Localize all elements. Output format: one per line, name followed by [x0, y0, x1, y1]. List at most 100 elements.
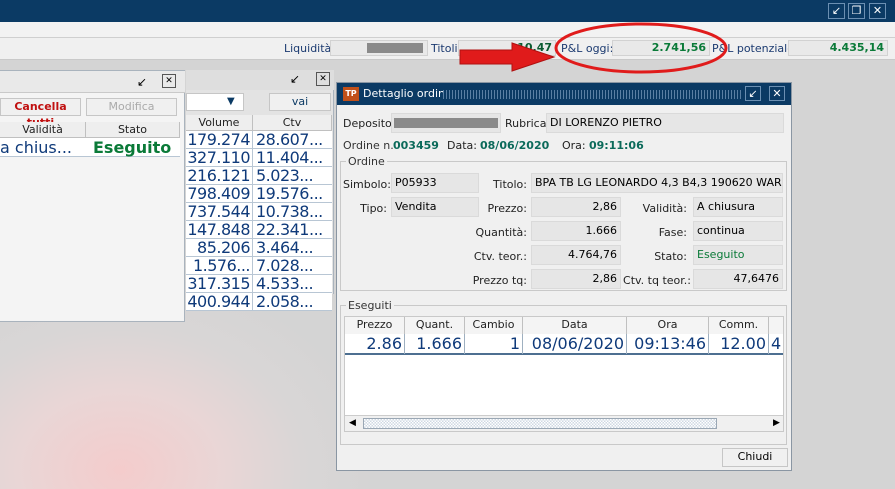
title-bar-grip	[443, 90, 743, 99]
eseguiti-group: Eseguiti Prezzo 2.86 Quant. 1.666 Cambio 1 Dat…	[340, 299, 787, 445]
deposito-label: Deposito:	[343, 117, 396, 130]
validita-label: Validità:	[642, 202, 687, 215]
eseguiti-col-header[interactable]: Ora	[627, 317, 709, 334]
prezzo-tq-value: 2,86	[531, 269, 621, 289]
modify-button[interactable]: Modifica	[86, 98, 177, 116]
ctv-tq-teor-label: Ctv. tq teor.:	[623, 274, 691, 287]
simbolo-value: P05933	[391, 173, 479, 193]
restore-icon[interactable]: ❐	[848, 3, 865, 19]
orders-window: ↙ ✕ Cancella tutti Modifica Validità Sta…	[0, 70, 185, 322]
eseguiti-cell: 12.00	[709, 334, 769, 354]
tipo-label: Tipo:	[360, 202, 387, 215]
ordine-group: Ordine Simbolo: P05933 Titolo: BPA TB LG…	[340, 155, 787, 291]
close-button[interactable]: Chiudi	[722, 448, 788, 467]
tipo-value: Vendita	[391, 197, 479, 217]
ora-label: Ora:	[562, 139, 586, 152]
redacted-block	[367, 43, 423, 53]
dialog-title: Dettaglio ordine	[363, 87, 456, 100]
volume-cell: 216.121	[186, 167, 252, 185]
order-detail-dialog: TP Dettaglio ordine ↙ ✕ Deposito: Rubric…	[336, 82, 792, 471]
deposito-value	[391, 113, 501, 133]
validita-value: A chiusura	[693, 197, 783, 217]
prezzo-label: Prezzo:	[487, 202, 527, 215]
minimize-icon[interactable]: ↙	[745, 86, 761, 101]
stato-label: Stato:	[654, 250, 687, 263]
eseguiti-col-header[interactable]: Quant.	[405, 317, 465, 334]
minimize-icon[interactable]: ↙	[137, 75, 147, 89]
annotation-circle	[554, 22, 728, 74]
eseguiti-cell: 2.86	[345, 334, 405, 354]
titolo-value: BPA TB LG LEONARDO 4,3 B4,3 190620 WARRA…	[531, 173, 783, 193]
minimize-icon[interactable]: ↙	[290, 72, 300, 86]
eseguiti-cell: 09:13:46	[627, 334, 709, 354]
horizontal-scrollbar[interactable]: ◀ ▶	[345, 415, 783, 431]
minimize-icon[interactable]: ↙	[828, 3, 845, 19]
col-stato-header[interactable]: Stato	[86, 122, 180, 138]
liquidita-value	[330, 40, 428, 56]
eseguiti-col-header[interactable]: Comm.	[709, 317, 769, 334]
eseguiti-cell: 08/06/2020	[523, 334, 627, 354]
fase-label: Fase:	[658, 226, 687, 239]
close-icon[interactable]: ✕	[316, 72, 330, 86]
ctv-cell: 28.607...	[253, 131, 332, 149]
volume-column: 179.274 327.110 216.121 798.409 737.544 147.8…	[186, 131, 253, 311]
ora-value: 09:11:06	[589, 139, 644, 152]
eseguiti-cell: 1	[465, 334, 523, 354]
ctv-teor-value: 4.764,76	[531, 245, 621, 265]
volume-cell: 317.315	[186, 275, 252, 293]
col-ctv-header[interactable]: Ctv	[253, 115, 332, 131]
app-logo: TP	[343, 87, 359, 101]
annotation-arrow	[459, 42, 556, 72]
volume-cell: 179.274	[186, 131, 252, 149]
go-button[interactable]: vai	[269, 93, 331, 111]
dialog-title-bar: TP Dettaglio ordine ↙ ✕	[337, 83, 791, 105]
eseguiti-col-header[interactable]	[769, 317, 783, 334]
orders-window-header: ↙ ✕	[0, 71, 185, 93]
titolo-label: Titolo:	[493, 178, 527, 191]
cancel-all-button[interactable]: Cancella tutti	[0, 98, 81, 129]
ctv-cell: 7.028...	[253, 257, 332, 275]
volume-cell: 1.576...	[186, 257, 252, 275]
ordine-n-value: 003459	[393, 139, 439, 152]
close-icon[interactable]: ✕	[769, 86, 785, 101]
app-title-bar: ↙ ❐ ✕	[0, 0, 895, 22]
quantita-value: 1.666	[531, 221, 621, 241]
volume-cell: 737.544	[186, 203, 252, 221]
eseguiti-col-header[interactable]: Data	[523, 317, 627, 334]
eseguiti-col-header[interactable]: Cambio	[465, 317, 523, 334]
market-select[interactable]: ▼	[186, 93, 244, 111]
ctv-cell: 19.576...	[253, 185, 332, 203]
scroll-right-icon[interactable]: ▶	[773, 418, 780, 428]
ctv-cell: 3.464...	[253, 239, 332, 257]
toolbar-strip	[0, 22, 895, 38]
eseguiti-cell: 4	[769, 334, 783, 354]
ctv-cell: 5.023...	[253, 167, 332, 185]
eseguiti-cell: 1.666	[405, 334, 465, 354]
volume-cell: 147.848	[186, 221, 252, 239]
volume-cell: 85.206	[186, 239, 252, 257]
table-row[interactable]: a chius... Eseguito	[0, 138, 180, 157]
eseguiti-group-label: Eseguiti	[346, 299, 394, 312]
ordine-group-label: Ordine	[346, 155, 387, 168]
close-icon[interactable]: ✕	[869, 3, 886, 19]
liquidita-label: Liquidità:	[284, 42, 335, 55]
scroll-left-icon[interactable]: ◀	[349, 418, 356, 428]
volume-cell: 327.110	[186, 149, 252, 167]
simbolo-label: Simbolo:	[343, 178, 391, 191]
data-label: Data:	[447, 139, 477, 152]
ctv-cell: 10.738...	[253, 203, 332, 221]
chevron-down-icon: ▼	[227, 96, 235, 107]
stato-value: Eseguito	[693, 245, 783, 265]
col-volume-header[interactable]: Volume	[186, 115, 253, 131]
scroll-thumb[interactable]	[363, 418, 717, 429]
ctv-teor-label: Ctv. teor.:	[473, 250, 527, 263]
quantita-label: Quantità:	[475, 226, 527, 239]
table-row[interactable]: Prezzo 2.86 Quant. 1.666 Cambio 1 Data 08/06/20…	[345, 317, 783, 355]
col-validita-header[interactable]: Validità	[0, 122, 86, 138]
rubrica-value: DI LORENZO PIETRO	[546, 113, 784, 133]
row-validita: a chius...	[0, 138, 73, 157]
row-stato: Eseguito	[93, 138, 172, 157]
volume-cell: 798.409	[186, 185, 252, 203]
close-icon[interactable]: ✕	[162, 74, 176, 88]
eseguiti-col-header[interactable]: Prezzo	[345, 317, 405, 334]
